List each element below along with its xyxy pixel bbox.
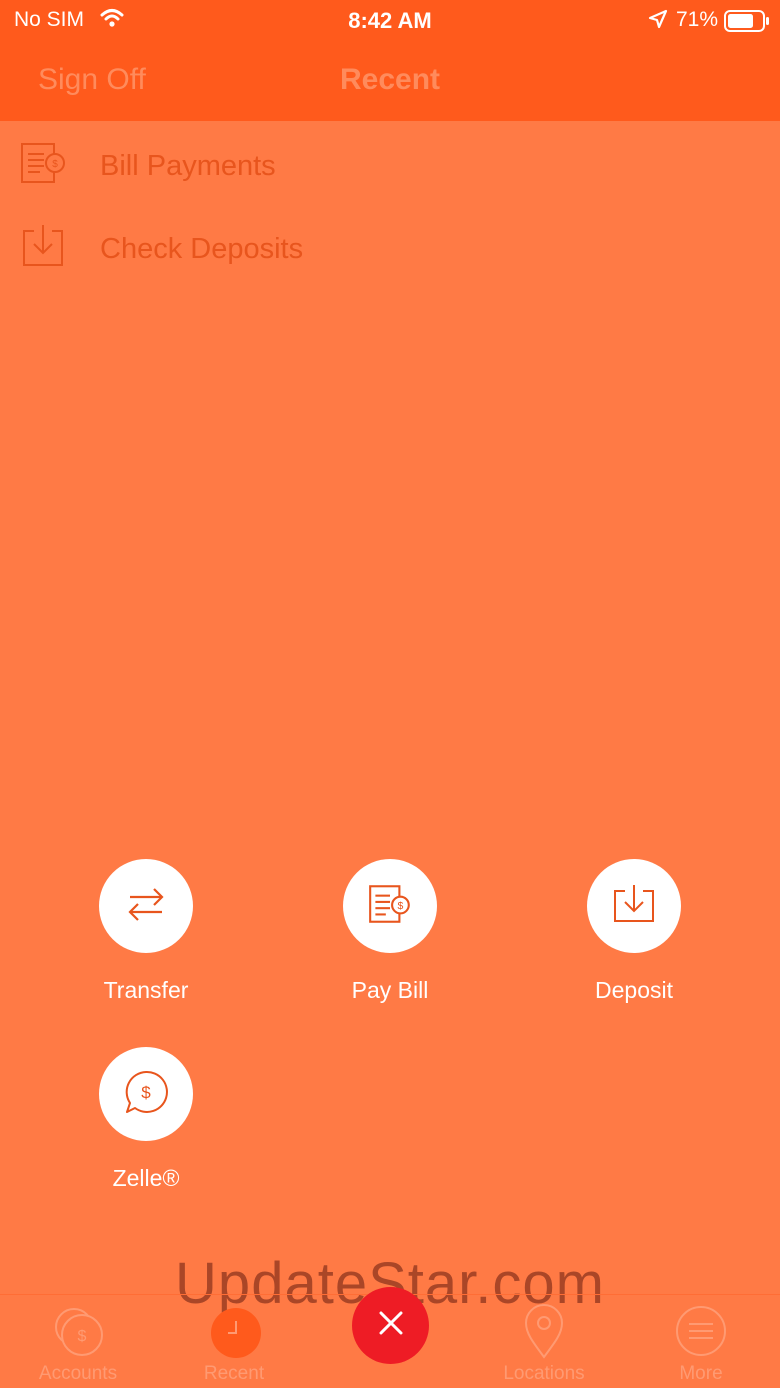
list-item-check-deposits[interactable]: Check Deposits xyxy=(0,211,780,281)
tab-locations[interactable]: Locations xyxy=(474,1303,614,1385)
page-title: Recent xyxy=(339,63,441,96)
recent-icon xyxy=(206,1303,262,1359)
tab-recent[interactable]: Recent xyxy=(164,1303,304,1385)
zelle-chat-dollar-icon: $ xyxy=(122,1068,170,1121)
svg-text:$: $ xyxy=(52,159,58,170)
tab-label: Recent xyxy=(203,1363,265,1384)
bill-icon: $ xyxy=(366,880,414,933)
transfer-arrows-icon xyxy=(124,882,168,931)
close-icon xyxy=(378,1310,404,1341)
pay-bill-circle: $ xyxy=(343,859,437,953)
deposit-icon xyxy=(611,881,657,932)
transfer-button[interactable]: Transfer xyxy=(66,859,226,1004)
nav-bar: Sign Off Recent xyxy=(0,50,780,110)
accounts-coin-icon: $ xyxy=(50,1303,106,1359)
map-pin-icon xyxy=(516,1303,572,1359)
list-item-label: Bill Payments xyxy=(100,150,276,182)
pay-bill-label: Pay Bill xyxy=(351,977,429,1003)
transfer-label: Transfer xyxy=(103,977,189,1003)
svg-text:$: $ xyxy=(141,1083,151,1102)
tab-accounts[interactable]: $ Accounts xyxy=(8,1303,148,1385)
location-arrow-icon xyxy=(648,9,668,35)
list-item-bill-payments[interactable]: $ Bill Payments xyxy=(0,128,780,198)
deposit-button[interactable]: Deposit xyxy=(554,859,714,1004)
zelle-circle: $ xyxy=(99,1047,193,1141)
zelle-label: Zelle® xyxy=(112,1165,180,1191)
tab-label: More xyxy=(679,1363,723,1384)
list-item-label: Check Deposits xyxy=(100,233,304,265)
battery-percent: 71% xyxy=(676,8,719,31)
close-actions-button[interactable] xyxy=(352,1287,429,1364)
zelle-button[interactable]: $ Zelle® xyxy=(66,1047,226,1192)
battery-icon xyxy=(724,10,770,38)
deposit-label: Deposit xyxy=(595,977,673,1003)
svg-text:$: $ xyxy=(78,1328,87,1345)
pay-bill-button[interactable]: $ Pay Bill xyxy=(310,859,470,1004)
tab-more[interactable]: More xyxy=(631,1303,771,1385)
svg-text:$: $ xyxy=(398,901,404,912)
transfer-circle xyxy=(99,859,193,953)
top-bar: No SIM 8:42 AM 71% Sign Off Recent xyxy=(0,0,780,121)
deposit-circle xyxy=(587,859,681,953)
tab-label: Locations xyxy=(503,1363,585,1384)
menu-lines-icon xyxy=(673,1303,729,1359)
deposit-icon xyxy=(20,223,66,269)
tab-label: Accounts xyxy=(38,1363,118,1384)
status-bar: No SIM 8:42 AM 71% xyxy=(0,0,780,40)
bill-icon: $ xyxy=(20,140,66,186)
